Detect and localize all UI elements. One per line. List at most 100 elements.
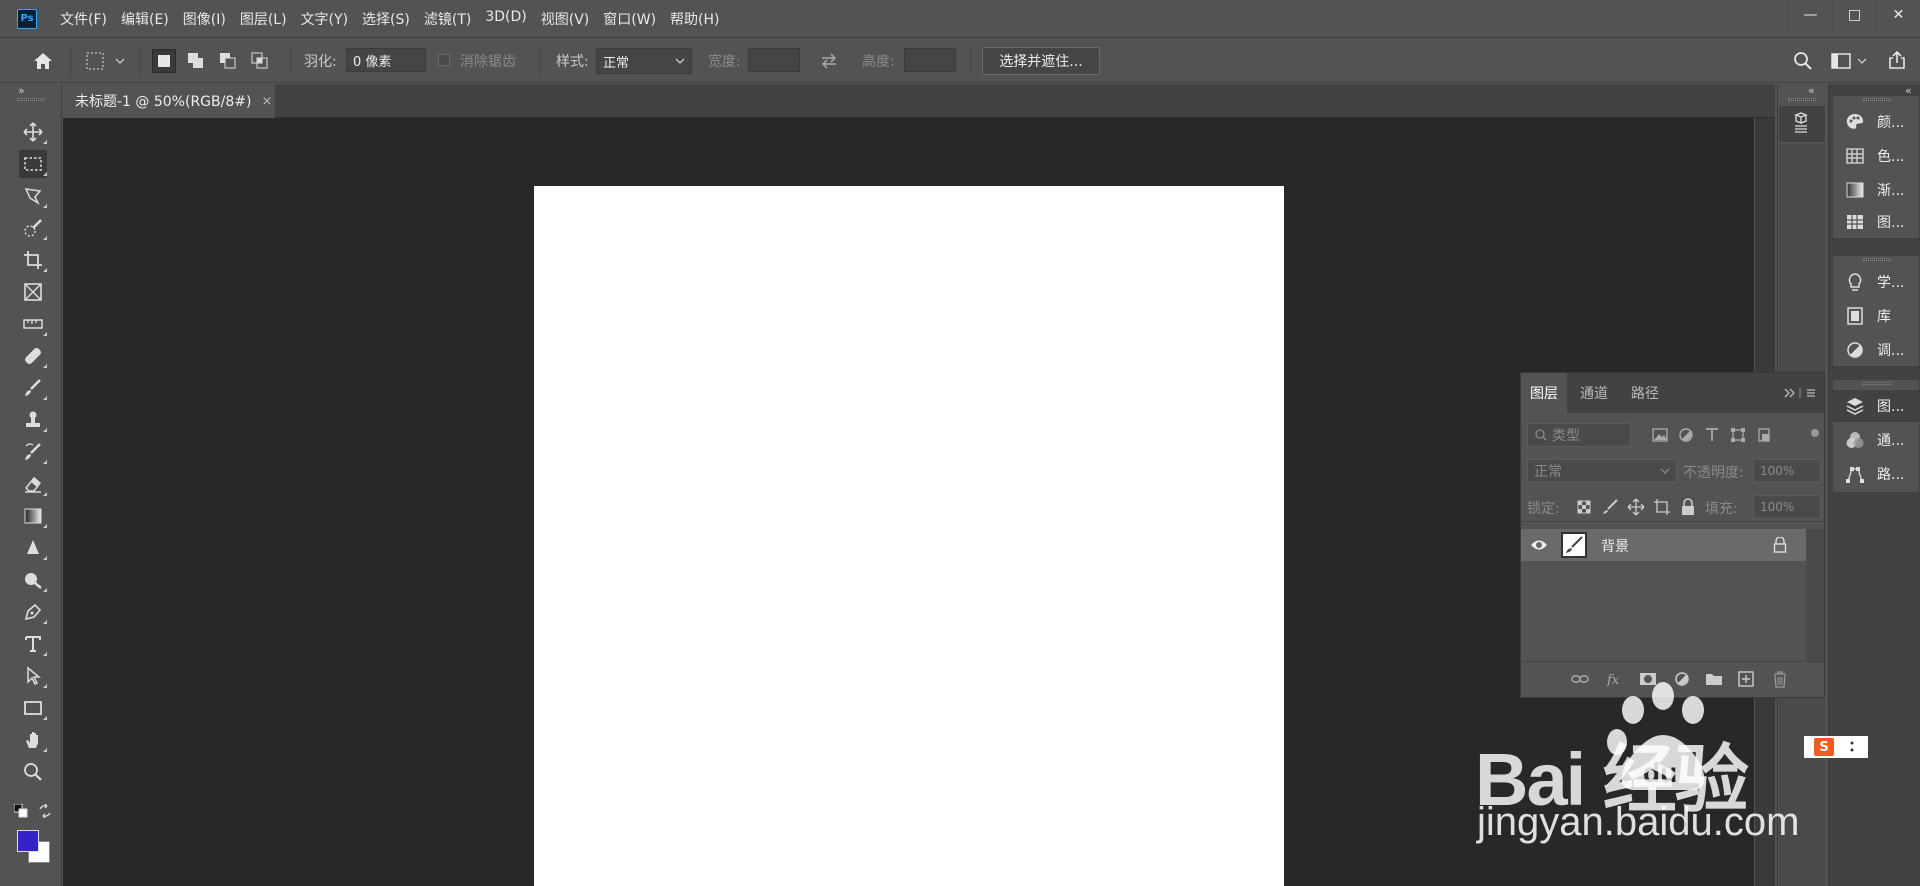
filter-smart-object-icon[interactable] [1755, 426, 1773, 444]
healing-brush-tool-icon[interactable] [19, 342, 47, 370]
select-and-mask-button[interactable]: 选择并遮住... [982, 47, 1100, 75]
ruler-tool-icon[interactable] [19, 310, 47, 338]
menu-3d[interactable]: 3D(D) [478, 9, 533, 29]
dock-item-learn[interactable]: 学... [1833, 266, 1919, 298]
rectangular-marquee-tool-icon[interactable] [19, 150, 47, 178]
search-icon[interactable] [1792, 50, 1814, 72]
dock-item-patterns[interactable]: 图... [1833, 206, 1919, 238]
new-selection-mode-button[interactable] [152, 49, 176, 73]
clone-stamp-tool-icon[interactable] [19, 406, 47, 434]
width-input[interactable] [748, 48, 800, 72]
hand-tool-icon[interactable] [19, 726, 47, 754]
menu-select[interactable]: 选择(S) [355, 9, 417, 29]
frame-tool-icon[interactable] [19, 278, 47, 306]
zoom-tool-icon[interactable] [19, 758, 47, 786]
foreground-color-swatch[interactable] [17, 830, 39, 852]
default-colors-icon[interactable] [13, 803, 28, 818]
lock-all-icon[interactable] [1679, 498, 1697, 516]
blend-mode-select[interactable]: 正常 [1527, 459, 1677, 483]
type-tool-icon[interactable] [19, 630, 47, 658]
dock-item-gradients[interactable]: 渐... [1833, 174, 1919, 206]
close-tab-icon[interactable]: × [261, 94, 272, 109]
menu-layer[interactable]: 图层(L) [233, 9, 294, 29]
dock-item-swatches[interactable]: 色... [1833, 140, 1919, 172]
menu-type[interactable]: 文字(Y) [294, 9, 355, 29]
intersect-selection-mode-button[interactable] [248, 49, 272, 73]
delete-layer-trash-icon[interactable] [1771, 670, 1789, 688]
filter-pixel-icon[interactable] [1651, 426, 1669, 444]
dock-item-color[interactable]: 颜... [1833, 106, 1919, 138]
link-layers-icon[interactable] [1571, 670, 1589, 688]
add-mask-icon[interactable] [1639, 670, 1657, 688]
workspace-switcher-icon[interactable] [1830, 50, 1870, 72]
panel-menu-icon[interactable] [1783, 385, 1819, 401]
blur-tool-icon[interactable] [19, 534, 47, 562]
add-selection-mode-button[interactable] [184, 49, 208, 73]
filter-shape-icon[interactable] [1729, 426, 1747, 444]
expand-panels-icon[interactable]: « [1808, 84, 1815, 97]
new-group-folder-icon[interactable] [1705, 670, 1723, 688]
swap-colors-icon[interactable] [38, 803, 52, 819]
new-layer-icon[interactable] [1737, 670, 1755, 688]
quick-selection-tool-icon[interactable] [19, 214, 47, 242]
filter-adjustment-icon[interactable] [1677, 426, 1695, 444]
lock-position-icon[interactable] [1627, 498, 1645, 516]
menu-image[interactable]: 图像(I) [176, 9, 233, 29]
brush-tool-icon[interactable] [19, 374, 47, 402]
tab-channels[interactable]: 通道 [1571, 373, 1617, 413]
dock-item-libraries[interactable]: 库 [1833, 300, 1919, 332]
eye-visibility-icon[interactable] [1530, 538, 1548, 552]
eraser-tool-icon[interactable] [19, 470, 47, 498]
document-tab[interactable]: 未标题-1 @ 50%(RGB/8#) × [63, 84, 275, 118]
history-brush-tool-icon[interactable] [19, 438, 47, 466]
subtract-selection-mode-button[interactable] [216, 49, 240, 73]
lock-transparent-pixels-icon[interactable] [1575, 498, 1593, 516]
menu-filter[interactable]: 滤镜(T) [417, 9, 478, 29]
dodge-tool-icon[interactable] [19, 566, 47, 594]
layer-filter-select[interactable]: 类型 [1527, 423, 1631, 447]
dock-item-layers[interactable]: 图... [1833, 390, 1919, 422]
tab-paths[interactable]: 路径 [1622, 373, 1668, 413]
fill-input[interactable]: 100% [1753, 495, 1821, 519]
properties-panel-icon[interactable] [1790, 112, 1812, 134]
gradient-tool-icon[interactable] [19, 502, 47, 530]
style-select[interactable]: 正常 [596, 48, 692, 74]
menu-file[interactable]: 文件(F) [53, 9, 114, 29]
tab-layers[interactable]: 图层 [1521, 373, 1567, 413]
move-tool-icon[interactable] [19, 118, 47, 146]
dock-item-channels[interactable]: 通... [1833, 424, 1919, 456]
dock-item-paths[interactable]: 路... [1833, 458, 1919, 490]
layer-row[interactable]: 背景 [1521, 529, 1806, 561]
filter-type-icon[interactable] [1703, 426, 1721, 444]
crop-tool-icon[interactable] [19, 246, 47, 274]
menu-help[interactable]: 帮助(H) [663, 9, 726, 29]
lock-artboard-icon[interactable] [1653, 498, 1671, 516]
dock-item-adjustments[interactable]: 调... [1833, 334, 1919, 366]
lasso-tool-icon[interactable] [19, 182, 47, 210]
tool-preset-picker[interactable] [84, 48, 128, 74]
antialias-checkbox[interactable] [438, 54, 450, 66]
swap-width-height-icon[interactable] [818, 50, 840, 72]
home-icon[interactable] [30, 48, 56, 74]
lock-image-pixels-icon[interactable] [1601, 498, 1619, 516]
ime-status-badge[interactable]: S [1804, 736, 1868, 758]
minimize-button[interactable]: — [1788, 0, 1832, 30]
layers-scrollbar[interactable] [1806, 529, 1824, 661]
path-selection-tool-icon[interactable] [19, 662, 47, 690]
close-button[interactable]: ✕ [1876, 0, 1920, 30]
document-canvas[interactable] [534, 186, 1284, 886]
menu-view[interactable]: 视图(V) [534, 9, 597, 29]
rectangle-tool-icon[interactable] [19, 694, 47, 722]
height-input[interactable] [904, 48, 956, 72]
opacity-input[interactable]: 100% [1753, 459, 1821, 483]
layer-style-fx-icon[interactable]: fx [1605, 670, 1623, 688]
maximize-button[interactable]: □ [1832, 0, 1876, 30]
pen-tool-icon[interactable] [19, 598, 47, 626]
filter-toggle-icon[interactable] [1811, 429, 1819, 437]
collapse-toolbar-icon[interactable]: » [18, 84, 25, 97]
feather-input[interactable]: 0 像素 [346, 48, 426, 72]
share-icon[interactable] [1886, 49, 1908, 71]
menu-edit[interactable]: 编辑(E) [114, 9, 176, 29]
menu-window[interactable]: 窗口(W) [596, 9, 663, 29]
new-adjustment-layer-icon[interactable] [1673, 670, 1691, 688]
